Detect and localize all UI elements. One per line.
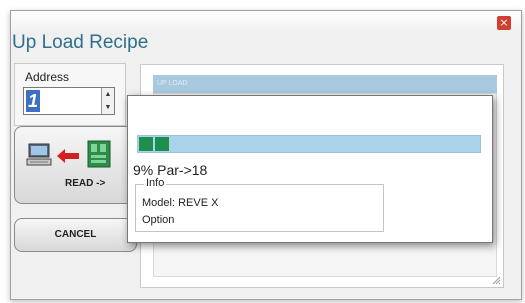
progress-dialog: 9% Par->18 Info Model: REVE X Option (127, 95, 493, 243)
read-button[interactable]: READ -> (14, 126, 139, 204)
address-spinner[interactable]: ▲ ▼ (101, 88, 114, 114)
spin-up-icon[interactable]: ▲ (102, 88, 114, 101)
progress-bar-fill (139, 137, 170, 151)
progress-bar (137, 135, 481, 153)
panel-header: UP LOAD (153, 75, 497, 93)
resize-grip-icon[interactable] (492, 276, 501, 285)
read-button-label: READ -> (65, 178, 106, 189)
left-arrow-icon (57, 149, 79, 163)
address-group: Address 1 ▲ ▼ (14, 63, 126, 126)
computer-icon (26, 143, 52, 166)
address-label: Address (25, 70, 70, 84)
info-model: Model: REVE X (142, 197, 219, 209)
info-group: Info Model: REVE X Option (135, 177, 384, 232)
progress-status-text: 9% Par->18 (133, 162, 208, 178)
spin-down-icon[interactable]: ▼ (102, 101, 114, 114)
device-module-icon (87, 140, 111, 168)
page-title: Up Load Recipe (12, 32, 149, 53)
address-value[interactable]: 1 (26, 90, 41, 112)
info-option: Option (142, 214, 175, 226)
cancel-button[interactable]: CANCEL (14, 218, 137, 252)
info-legend: Info (144, 177, 167, 189)
close-button[interactable]: × (497, 16, 511, 30)
address-input[interactable]: 1 ▲ ▼ (23, 87, 115, 115)
